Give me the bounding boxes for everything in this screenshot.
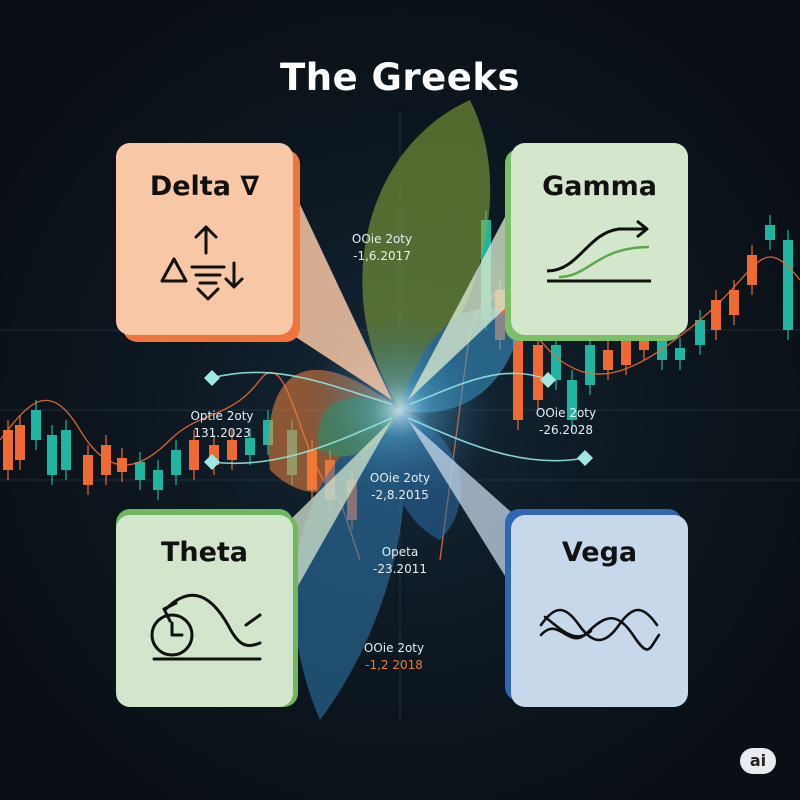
date-label-4: OOie 2oty -2,8.2015 <box>369 471 431 502</box>
ai-badge: ai <box>740 748 776 774</box>
date-label-2: Optie 2oty 131.2023 <box>190 409 254 440</box>
candle-body <box>153 470 163 490</box>
candle-body <box>603 350 613 370</box>
candle-body <box>227 440 237 460</box>
card-theta: Theta <box>116 515 293 707</box>
candle-body <box>47 435 57 475</box>
date-label-3: OOie 2oty -26.2028 <box>535 406 597 437</box>
candle-body <box>747 255 757 285</box>
date-label-1: OOie 2oty -1,6.2017 <box>351 232 413 263</box>
candle-body <box>783 240 793 330</box>
card-delta-title: Delta ∇ <box>149 171 260 202</box>
card-vega-title: Vega <box>561 537 638 568</box>
candle-body <box>585 345 595 385</box>
volatility-waves-icon <box>539 608 661 651</box>
candle-body <box>3 430 13 470</box>
card-gamma: Gamma <box>511 143 688 335</box>
candle-body <box>83 455 93 485</box>
clock-decay-icon <box>150 593 262 661</box>
candle-body <box>135 462 145 480</box>
date-label-6: OOie 2oty -1,2 2018 <box>363 641 425 672</box>
candle-body <box>711 300 721 330</box>
candle-body <box>61 430 71 470</box>
card-vega: Vega <box>511 515 688 707</box>
candle-body <box>189 440 199 470</box>
date-label-5: Opeta -23.2011 <box>373 545 427 576</box>
candle-body <box>533 345 543 400</box>
candle-body <box>171 450 181 475</box>
candle-body <box>765 225 775 240</box>
candle-body <box>15 425 25 460</box>
gamma-curve-icon <box>546 219 651 283</box>
candle-body <box>675 348 685 360</box>
card-delta: Delta ∇ <box>116 143 293 335</box>
candle-body <box>621 335 631 365</box>
card-gamma-title: Gamma <box>542 171 657 202</box>
candle-body <box>101 445 111 475</box>
candle-body <box>729 290 739 315</box>
candle-body <box>31 410 41 440</box>
candle-body <box>695 320 705 345</box>
candle-body <box>551 345 561 380</box>
page-title: The Greeks <box>280 56 520 99</box>
greeks-infographic: The Greeks Delta ∇ Gamma Theta Vega OOie… <box>0 0 800 800</box>
card-theta-title: Theta <box>160 537 249 568</box>
delta-arrows-icon <box>160 225 244 301</box>
candle-body <box>657 340 667 360</box>
